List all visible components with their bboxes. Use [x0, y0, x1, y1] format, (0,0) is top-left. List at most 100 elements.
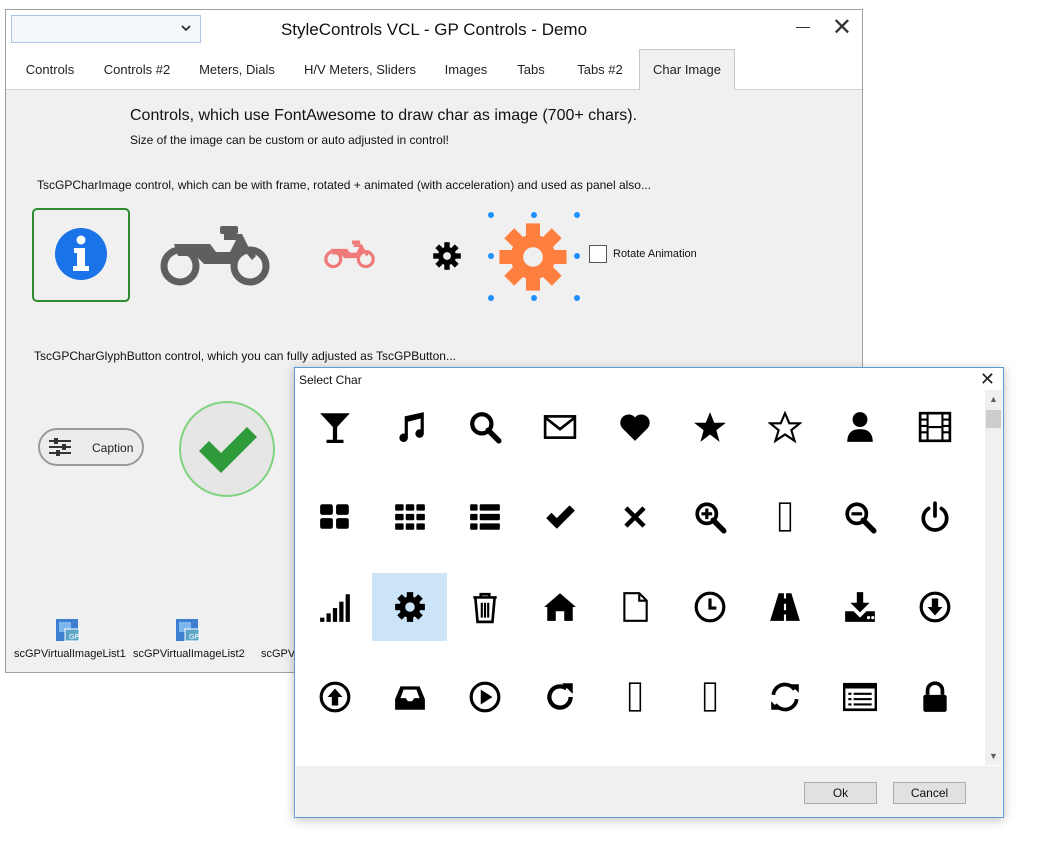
imagelist-component-icon[interactable]: GP — [175, 618, 201, 644]
char-cell[interactable] — [822, 573, 897, 641]
search-icon — [469, 412, 501, 444]
framed-char-image[interactable] — [32, 208, 130, 302]
char-cell[interactable] — [447, 573, 522, 641]
selection-handle[interactable] — [488, 295, 494, 301]
tab-images[interactable]: Images — [434, 50, 498, 89]
char-cell[interactable] — [897, 573, 972, 641]
char-cell[interactable] — [897, 483, 972, 551]
caption-button-label: Caption — [92, 441, 134, 455]
char-cell[interactable] — [597, 663, 672, 731]
file-outline-icon — [622, 592, 648, 622]
refresh-icon — [770, 682, 799, 712]
gear-small-icon — [433, 242, 461, 270]
tab-tabs[interactable]: Tabs — [506, 50, 556, 89]
minimize-button[interactable] — [796, 27, 810, 28]
char-cell[interactable] — [597, 483, 672, 551]
char-cell[interactable] — [522, 573, 597, 641]
tab-controls-2[interactable]: Controls #2 — [94, 50, 180, 89]
missing-glyph-icon — [778, 502, 791, 532]
char-cell[interactable] — [672, 573, 747, 641]
char-cell[interactable] — [297, 483, 372, 551]
missing-glyph-icon — [703, 682, 716, 712]
gear-large-icon[interactable] — [498, 222, 568, 292]
selection-handle[interactable] — [531, 295, 537, 301]
th-icon — [394, 504, 425, 530]
caption-glyph-button[interactable]: Caption — [38, 428, 144, 466]
power-icon — [920, 501, 949, 532]
title-bar: StyleControls VCL - GP Controls - Demo ✕ — [6, 10, 862, 50]
imagelist-label: scGPVi — [261, 648, 298, 660]
check-glyph-button[interactable] — [179, 401, 275, 497]
select-char-dialog: Select Char ✕ ▲ ▼ Ok Cancel — [294, 367, 1004, 818]
char-cell[interactable] — [297, 663, 372, 731]
char-cell[interactable] — [747, 393, 822, 461]
arrow-circle-down-icon — [919, 591, 950, 623]
char-cell[interactable] — [372, 573, 447, 641]
zoom-in-icon — [694, 502, 726, 534]
scroll-thumb[interactable] — [986, 410, 1001, 428]
rotate-animation-checkbox[interactable] — [589, 245, 607, 263]
charimage-caption: TscGPCharImage control, which can be wit… — [37, 178, 651, 192]
char-cell[interactable] — [447, 663, 522, 731]
tab-tabs-2[interactable]: Tabs #2 — [564, 50, 636, 89]
vertical-scrollbar[interactable]: ▲ ▼ — [985, 390, 1002, 765]
char-cell[interactable] — [447, 393, 522, 461]
home-icon — [543, 593, 576, 621]
char-cell[interactable] — [747, 483, 822, 551]
close-button[interactable]: ✕ — [832, 16, 852, 40]
char-cell[interactable] — [372, 483, 447, 551]
char-cell[interactable] — [747, 663, 822, 731]
char-cell[interactable] — [822, 663, 897, 731]
tab-bar: Controls Controls #2 Meters, Dials H/V M… — [6, 49, 862, 90]
user-icon — [846, 412, 873, 442]
char-cell[interactable] — [372, 663, 447, 731]
dialog-title: Select Char — [299, 373, 362, 387]
play-circle-icon — [469, 681, 500, 713]
char-cell[interactable] — [447, 483, 522, 551]
download-icon — [844, 592, 875, 622]
char-cell[interactable] — [897, 663, 972, 731]
char-cell[interactable] — [822, 483, 897, 551]
window-title: StyleControls VCL - GP Controls - Demo — [280, 20, 588, 39]
char-cell[interactable] — [522, 663, 597, 731]
char-grid — [297, 390, 987, 765]
char-cell[interactable] — [822, 393, 897, 461]
tab-controls[interactable]: Controls — [14, 50, 86, 89]
tab-hv-meters-sliders[interactable]: H/V Meters, Sliders — [294, 50, 426, 89]
selection-handle[interactable] — [531, 212, 537, 218]
selection-handle[interactable] — [574, 295, 580, 301]
info-icon — [55, 228, 107, 280]
tab-char-image[interactable]: Char Image — [639, 49, 735, 90]
th-list-icon — [469, 504, 500, 530]
char-cell[interactable] — [897, 393, 972, 461]
page-heading: Controls, which use FontAwesome to draw … — [130, 107, 638, 124]
char-cell[interactable] — [672, 393, 747, 461]
char-cell[interactable] — [672, 663, 747, 731]
cancel-button[interactable]: Cancel — [893, 782, 966, 804]
char-cell[interactable] — [672, 483, 747, 551]
char-cell[interactable] — [597, 573, 672, 641]
char-cell[interactable] — [297, 573, 372, 641]
ok-button[interactable]: Ok — [804, 782, 877, 804]
char-cell[interactable] — [747, 573, 822, 641]
scroll-up-arrow-icon[interactable]: ▲ — [989, 394, 998, 404]
selection-handle[interactable] — [488, 212, 494, 218]
selection-handle[interactable] — [574, 253, 580, 259]
char-cell[interactable] — [522, 393, 597, 461]
selection-handle[interactable] — [488, 253, 494, 259]
music-icon — [398, 412, 424, 443]
missing-glyph-icon — [628, 682, 641, 712]
motorcycle-small-icon — [324, 240, 375, 269]
selection-handle[interactable] — [574, 212, 580, 218]
lock-icon — [922, 681, 947, 712]
char-cell[interactable] — [522, 483, 597, 551]
cog-icon — [394, 592, 425, 622]
char-cell[interactable] — [597, 393, 672, 461]
star-icon — [693, 412, 726, 442]
imagelist-component-icon[interactable]: GP — [55, 618, 81, 644]
char-cell[interactable] — [297, 393, 372, 461]
scroll-down-arrow-icon[interactable]: ▼ — [989, 751, 998, 761]
tab-meters-dials[interactable]: Meters, Dials — [188, 50, 286, 89]
dialog-close-button[interactable]: ✕ — [980, 369, 995, 390]
char-cell[interactable] — [372, 393, 447, 461]
